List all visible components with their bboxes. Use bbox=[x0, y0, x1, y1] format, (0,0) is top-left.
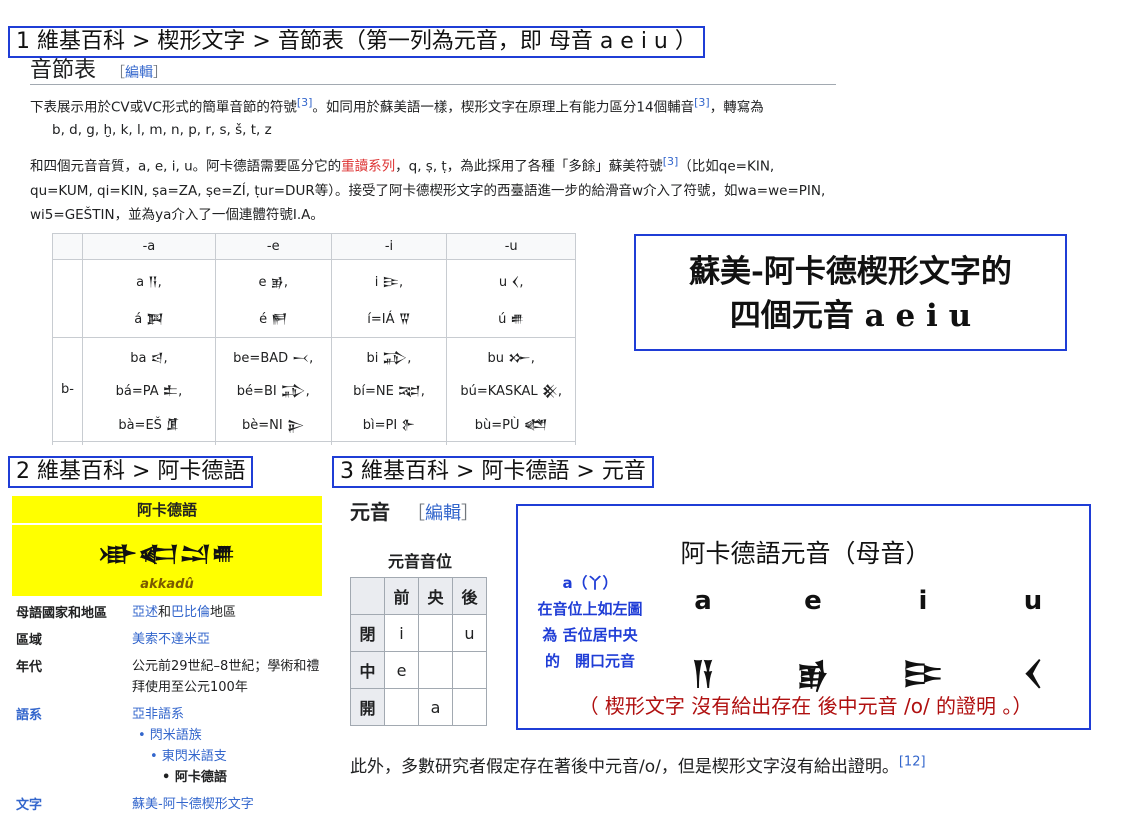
ref-link[interactable]: [12] bbox=[899, 754, 926, 769]
link[interactable]: 亞述 bbox=[132, 605, 158, 620]
edit-link[interactable]: 編輯 bbox=[425, 503, 461, 524]
syllable: e 𒂊, bbox=[258, 275, 289, 290]
section-heading-vowels: 元音 ［編輯］ bbox=[350, 500, 479, 524]
ref-link[interactable]: [3] bbox=[663, 155, 679, 168]
link[interactable]: • 東閃米語支 bbox=[150, 749, 227, 764]
ref-link[interactable]: [3] bbox=[297, 96, 313, 109]
no-o-evidence-note: （ 楔形文字 沒有給出存在 後中元音 /o/ 的證明 。） bbox=[578, 694, 1033, 718]
syllable: bí=NE 𒉈, bbox=[353, 384, 425, 400]
syllable: ú 𒌑 bbox=[498, 312, 525, 327]
col-header: -i bbox=[330, 233, 448, 260]
syllable: a 𒀀, bbox=[136, 275, 162, 290]
syllable: bì=PI 𒉿 bbox=[362, 417, 416, 433]
syllabary-table: -a -e -i -u a 𒀀, á 𒀉 e 𒂊, é 𒂍 i 𒄿, í=IÁ 𒐊 u… bbox=[52, 233, 576, 445]
link[interactable]: • 閃米語族 bbox=[138, 728, 202, 743]
syllable: i 𒄿, bbox=[374, 275, 404, 290]
vowel-a-note: a（丫） 在音位上如左圖 為 舌位居中央 的 開口元音 bbox=[537, 574, 643, 670]
vowel-letter: i bbox=[918, 586, 928, 616]
syllable: bà=EŠ 𒂠 bbox=[118, 417, 180, 433]
syllable: é 𒂍 bbox=[259, 312, 288, 327]
vowel-cell: e bbox=[384, 651, 419, 689]
native-cuneiform: 𒀝𒅗𒁺𒌑 bbox=[97, 542, 236, 567]
syllable: u 𒌋, bbox=[498, 275, 524, 290]
vowel-o-paragraph: 此外，多數研究者假定存在著後中元音/o/，但是楔形文字沒有給出證明。[12] bbox=[350, 754, 926, 777]
vowel-letter: e bbox=[804, 586, 822, 616]
native-latin: akkadû bbox=[140, 577, 194, 592]
syllable: bé=BI 𒁉, bbox=[236, 384, 310, 400]
language-infobox: 阿卡德語 𒀝𒅗𒁺𒌑 akkadû 母語國家和地區 亞述和巴比倫地區 區域 美索不… bbox=[12, 496, 322, 815]
syllable: bè=NI 𒉌 bbox=[242, 417, 305, 433]
link[interactable]: 美索不達米亞 bbox=[132, 632, 210, 647]
row-label: b- bbox=[52, 337, 83, 442]
col-header: -u bbox=[446, 233, 576, 260]
link[interactable]: 亞非語系 bbox=[132, 707, 184, 722]
akkadian-vowel-box: 阿卡德語元音（母音） a（丫） 在音位上如左圖 為 舌位居中央 的 開口元音 a… bbox=[516, 504, 1091, 730]
vowel-letters: a e i u bbox=[648, 586, 1088, 616]
syllable: bi 𒁉, bbox=[366, 351, 412, 367]
vowel-phoneme-table: 前 央 後 閉 i u 中 e 開 a bbox=[350, 577, 487, 726]
infobox-row: 文字 蘇美-阿卡德楔形文字 bbox=[16, 797, 254, 813]
vowel-table-title: 元音音位 bbox=[387, 552, 452, 571]
syllable: bú=KASKAL 𒆜, bbox=[460, 384, 562, 400]
breadcrumb-2: 2 維基百科 > 阿卡德語 bbox=[8, 456, 254, 488]
syllable: á 𒀉 bbox=[134, 312, 164, 327]
syllable: bu 𒁍, bbox=[487, 351, 535, 367]
vowel-callout: 蘇美-阿卡德楔形文字的 四個元音 a e i u bbox=[634, 234, 1067, 351]
vowel-paragraph: 和四個元音音質，a, e, i, u。阿卡德語需要區分它的重讀系列，q, ṣ, … bbox=[30, 155, 826, 223]
infobox-title: 阿卡德語 bbox=[12, 496, 322, 523]
vowel-cell bbox=[418, 614, 453, 652]
row-header: 開 bbox=[350, 688, 385, 726]
vowel-cell bbox=[452, 651, 487, 689]
row-header: 中 bbox=[350, 651, 385, 689]
syllable: í=IÁ 𒐊 bbox=[367, 312, 411, 327]
heading-divider bbox=[30, 84, 836, 85]
syllable: bù=PÙ 𒅤 bbox=[474, 417, 548, 433]
col-header: 前 bbox=[384, 577, 419, 615]
section-title: 音節表 bbox=[30, 58, 97, 83]
intro-paragraph: 下表展示用於CV或VC形式的簡單音節的符號[3]。如同用於蘇美語一樣，楔形文字在… bbox=[30, 96, 764, 116]
infobox-native-name: 𒀝𒅗𒁺𒌑 akkadû bbox=[12, 525, 322, 596]
vowel-cell bbox=[418, 651, 453, 689]
infobox-row: 語系 亞非語系 • 閃米語族 • 東閃米語支 • 阿卡德語 bbox=[16, 707, 227, 785]
corner-cell bbox=[52, 233, 83, 260]
vowel-cell: i bbox=[384, 614, 419, 652]
infobox-row: 母語國家和地區 亞述和巴比倫地區 bbox=[16, 605, 237, 621]
row-header: 閉 bbox=[350, 614, 385, 652]
col-header: -a bbox=[82, 233, 216, 260]
vowel-letter: a bbox=[694, 586, 712, 616]
callout-line-1: 蘇美-阿卡德楔形文字的 bbox=[689, 254, 1012, 290]
row-label bbox=[52, 259, 83, 338]
breadcrumb-3: 3 維基百科 > 阿卡德語 > 元音 bbox=[332, 456, 654, 488]
vowel-table-wrap: 前 央 後 閉 i u 中 e 開 a bbox=[350, 577, 487, 726]
ref-link[interactable]: [3] bbox=[694, 96, 710, 109]
emphatic-series-link[interactable]: 重讀系列 bbox=[341, 159, 395, 175]
syllable: be=BAD 𒁁, bbox=[233, 351, 314, 367]
callout-line-2: 四個元音 a e i u bbox=[729, 298, 972, 334]
edit-link[interactable]: 編輯 bbox=[125, 65, 153, 81]
section-title: 元音 bbox=[350, 500, 390, 524]
infobox-row: 區域 美索不達米亞 bbox=[16, 632, 211, 648]
vowel-cell: u bbox=[452, 614, 487, 652]
syllabary-table-wrap: -a -e -i -u a 𒀀, á 𒀉 e 𒂊, é 𒂍 i 𒄿, í=IÁ 𒐊 u… bbox=[52, 233, 576, 445]
link[interactable]: 巴比倫 bbox=[171, 605, 210, 620]
infobox-row: 年代 公元前29世紀–8世紀；學術和禮拜使用至公元100年 bbox=[16, 659, 320, 695]
col-header: -e bbox=[214, 233, 332, 260]
vowel-box-title: 阿卡德語元音（母音） bbox=[680, 539, 931, 568]
syllable: bá=PA 𒉺, bbox=[115, 384, 183, 400]
consonant-list: b, d, g, ḫ, k, l, m, n, p, r, s, š, t, z bbox=[52, 122, 272, 138]
vowel-cell: a bbox=[418, 688, 453, 726]
col-header: 央 bbox=[418, 577, 453, 615]
syllable: ba 𒁀, bbox=[130, 351, 168, 367]
vowel-cell bbox=[384, 688, 419, 726]
section-heading-syllabary: 音節表 ［編輯］ bbox=[30, 58, 168, 83]
vowel-cell bbox=[452, 688, 487, 726]
vowel-letter: u bbox=[1023, 586, 1043, 616]
link[interactable]: 蘇美-阿卡德楔形文字 bbox=[132, 797, 254, 812]
col-header: 後 bbox=[452, 577, 487, 615]
